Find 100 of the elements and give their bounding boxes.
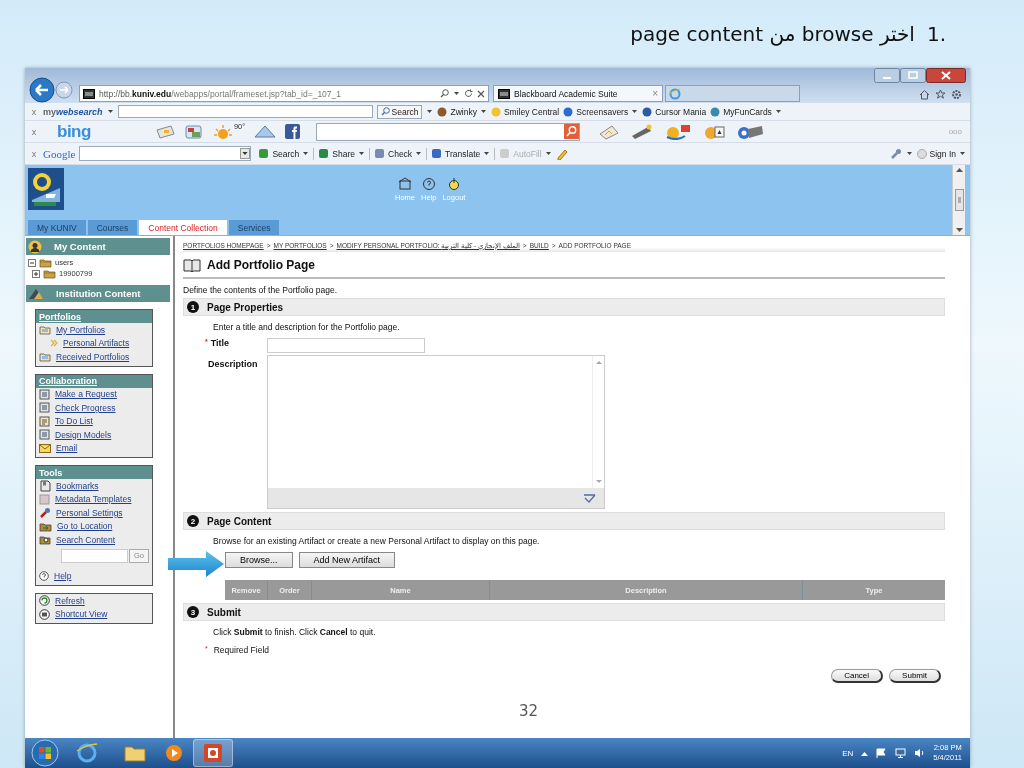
section-title: Submit bbox=[207, 606, 241, 618]
sidebar-link[interactable]: Metadata Templates bbox=[55, 494, 132, 505]
google-search-field[interactable] bbox=[79, 146, 252, 161]
caret-icon bbox=[959, 151, 966, 156]
expand-icon[interactable] bbox=[32, 269, 40, 278]
refresh-icon[interactable] bbox=[464, 89, 473, 98]
toolbar-search-button[interactable]: Search bbox=[376, 104, 423, 119]
instructions: Enter a title and description for the Portfolio page. bbox=[213, 322, 401, 332]
back-button[interactable] bbox=[29, 77, 55, 103]
toolbar-button[interactable]: Search bbox=[258, 148, 310, 159]
browser-tab[interactable]: Blackboard Academic Suite × bbox=[493, 85, 663, 102]
star-icon[interactable] bbox=[935, 89, 946, 100]
sidebar-link[interactable]: Design Models bbox=[55, 429, 112, 440]
photo-icon[interactable] bbox=[598, 123, 621, 140]
folder-arrow-icon bbox=[39, 520, 52, 532]
scrollbar[interactable] bbox=[952, 165, 965, 235]
instructions: Browse for an existing Artifact or create a new Personal Artifact to display on this page. bbox=[213, 536, 541, 546]
toolbar-button[interactable]: Translate bbox=[431, 148, 491, 159]
title-field[interactable] bbox=[267, 338, 425, 353]
sidebar-link[interactable]: Personal Settings bbox=[56, 507, 123, 518]
start-button[interactable] bbox=[31, 739, 59, 767]
action-button[interactable]: Browse... bbox=[225, 552, 293, 568]
search-icon bbox=[380, 107, 390, 116]
scroll-thumb-icon bbox=[954, 189, 964, 211]
newspaper-icon[interactable] bbox=[154, 123, 175, 140]
wrench-icon[interactable] bbox=[889, 147, 902, 160]
toolbar-link[interactable]: Screensavers bbox=[563, 106, 639, 117]
toolbar-button[interactable]: Check bbox=[374, 148, 423, 159]
address-bar[interactable]: http://bb.kuniv.edu/webapps/portal/frameset.jsp?tab_id=_107_1 bbox=[79, 85, 489, 102]
collapse-icon[interactable] bbox=[28, 258, 36, 267]
section-title: Page Content bbox=[207, 515, 272, 527]
form-button[interactable]: Submit bbox=[889, 669, 941, 683]
toolbar-close-button[interactable]: x bbox=[29, 148, 39, 159]
search-field[interactable] bbox=[61, 548, 128, 563]
toolbar-link[interactable]: Smiley Central bbox=[490, 106, 560, 117]
flag-icon[interactable] bbox=[876, 748, 888, 758]
forward-button[interactable] bbox=[55, 81, 73, 99]
toolbar-link[interactable]: MyFunCards bbox=[710, 106, 782, 117]
speaker-icon[interactable] bbox=[914, 748, 926, 758]
settings-icon[interactable] bbox=[951, 89, 962, 100]
envelope-icon bbox=[39, 443, 51, 453]
sidebar-link[interactable]: To Do List bbox=[55, 416, 93, 427]
pencil-icon[interactable] bbox=[555, 147, 568, 160]
form-button[interactable]: Cancel bbox=[831, 669, 884, 683]
sidebar-link[interactable]: Make a Request bbox=[55, 389, 117, 400]
nav-tab[interactable]: Courses bbox=[87, 220, 138, 235]
taskbar-button[interactable] bbox=[193, 739, 233, 767]
dropdown-button[interactable] bbox=[240, 148, 251, 159]
sign-in-button[interactable]: Sign In bbox=[916, 148, 966, 159]
facebook-icon[interactable] bbox=[285, 124, 301, 139]
sidebar-link[interactable]: Personal Artifacts bbox=[63, 338, 130, 349]
search-folder-icon bbox=[39, 534, 51, 546]
sidebar-link[interactable]: Received Portfolios bbox=[56, 351, 130, 362]
folder-icon bbox=[39, 257, 52, 268]
tab-close-button[interactable]: × bbox=[652, 88, 658, 99]
google-logo[interactable]: Google bbox=[43, 147, 76, 160]
sidebar-link[interactable]: Email bbox=[56, 443, 78, 454]
search-button[interactable] bbox=[564, 124, 580, 139]
toolbar-link[interactable]: Zwinky bbox=[437, 106, 487, 117]
caret-icon bbox=[483, 151, 491, 156]
description-field[interactable] bbox=[267, 355, 605, 509]
instructions: Click Submit to finish. Click Cancel to quit. bbox=[213, 627, 377, 637]
calendar-icon[interactable] bbox=[183, 123, 204, 140]
toolbar-button[interactable]: Share bbox=[318, 148, 365, 159]
language-indicator[interactable]: EN bbox=[842, 748, 854, 758]
caret-icon bbox=[479, 109, 487, 114]
favicon-icon bbox=[498, 88, 510, 99]
toolbar-search-field[interactable] bbox=[117, 105, 373, 118]
sidebar-link[interactable]: Check Progress bbox=[55, 402, 116, 413]
sidebar-link[interactable]: My Portfolios bbox=[56, 324, 106, 335]
caret-icon bbox=[415, 151, 423, 156]
nav-tab[interactable]: Services bbox=[228, 220, 280, 235]
maximize-button[interactable] bbox=[900, 68, 926, 83]
sidebar-link[interactable]: Go to Location bbox=[57, 521, 113, 532]
sidebar-link[interactable]: Refresh bbox=[55, 595, 85, 606]
toolbar-link[interactable]: Cursor Mania bbox=[642, 106, 707, 117]
search-icon[interactable] bbox=[440, 89, 449, 98]
nav-tab[interactable]: My KUNIV bbox=[28, 220, 86, 235]
sidebar-link[interactable]: Help bbox=[54, 571, 72, 582]
scroll-down-icon bbox=[955, 228, 963, 233]
close-button[interactable] bbox=[926, 68, 966, 83]
bing-search-field[interactable] bbox=[316, 122, 581, 141]
nav-tab[interactable]: Content Collection bbox=[139, 220, 227, 235]
toolbar-brand[interactable]: mywebsearch bbox=[43, 106, 103, 117]
stop-icon[interactable] bbox=[477, 89, 485, 98]
mail-icon[interactable] bbox=[254, 124, 277, 139]
sidebar-link[interactable]: Shortcut View bbox=[55, 609, 108, 620]
sidebar-link[interactable]: Search Content bbox=[56, 534, 116, 545]
action-button[interactable]: Add New Artifact bbox=[298, 552, 396, 568]
sidebar-link[interactable]: Bookmarks bbox=[56, 480, 99, 491]
folder-icon bbox=[124, 743, 146, 763]
tray-arrow-icon[interactable] bbox=[861, 750, 869, 756]
caret-icon bbox=[426, 109, 434, 114]
toolbar-close-button[interactable]: x bbox=[29, 126, 39, 137]
home-icon[interactable] bbox=[919, 89, 930, 100]
minimize-button[interactable] bbox=[874, 68, 900, 83]
toolbar-close-button[interactable]: x bbox=[29, 106, 39, 117]
network-icon[interactable] bbox=[895, 748, 907, 758]
university-logo bbox=[28, 168, 64, 210]
shortcut-icon bbox=[39, 608, 50, 620]
